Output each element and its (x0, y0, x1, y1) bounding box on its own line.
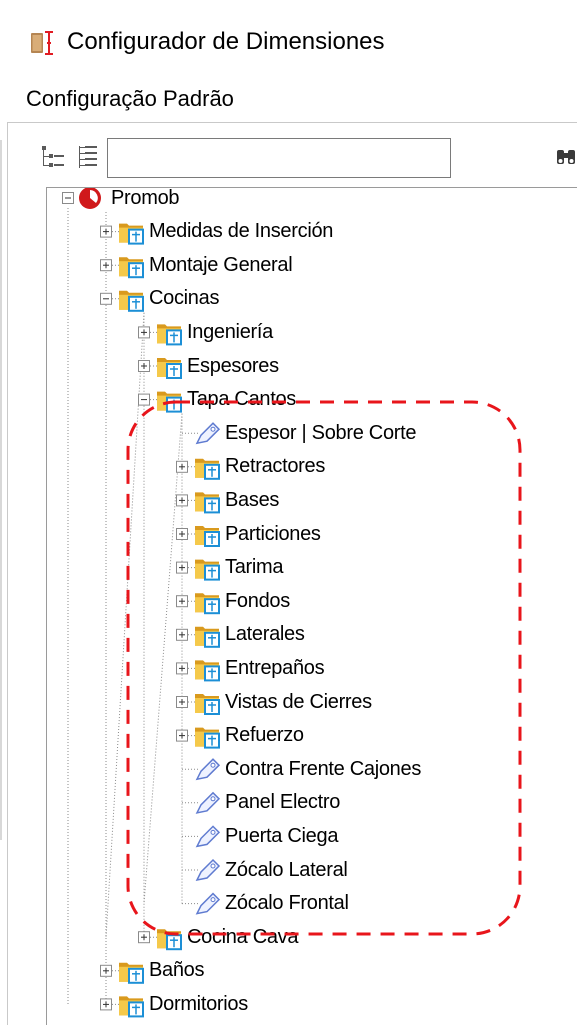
tree-folder-item[interactable]: Montaje General (149, 248, 293, 282)
dimension-app-icon (31, 31, 53, 55)
tree-folder-item[interactable]: Dormitorios (149, 987, 248, 1021)
expander-plus-icon[interactable] (100, 998, 112, 1011)
folder-document-icon (119, 223, 144, 245)
folder-document-icon (157, 358, 182, 379)
expander-plus-icon[interactable] (138, 360, 150, 372)
binoculars-search-icon[interactable] (556, 144, 577, 172)
configuration-label: Configuração Padrão (26, 86, 234, 111)
expander-minus-icon[interactable] (100, 292, 112, 305)
expand-tree-icon[interactable] (75, 144, 101, 172)
folder-document-icon (119, 257, 144, 279)
tree-folder-item[interactable]: Ingeniería (187, 315, 273, 349)
tree-item-label: Promob (111, 187, 180, 209)
tree-folder-item[interactable]: Baños (149, 954, 205, 988)
expander-plus-icon[interactable] (100, 964, 112, 977)
tree-folder-item[interactable]: Cocinas (149, 282, 219, 316)
tree-item-label: Medidas de Inserción (149, 220, 334, 243)
tree-folder-item[interactable]: Medidas de Inserción (149, 215, 333, 249)
tree-item-label: Espesores (187, 354, 279, 377)
window-title: Configurador de Dimensiones (67, 28, 385, 55)
search-input[interactable] (107, 138, 451, 178)
tree-item-label: Montaje General (149, 253, 293, 276)
window-left-edge (0, 0, 5, 1024)
promob-logo-icon (79, 188, 101, 209)
expander-plus-icon[interactable] (100, 225, 112, 238)
expander-plus-icon[interactable] (138, 326, 150, 339)
annotation-highlight (126, 400, 522, 936)
folder-document-icon (119, 996, 144, 1018)
tree-root-item[interactable]: Promob (111, 187, 180, 215)
tree-item-label: Cocinas (149, 287, 220, 310)
tree-folder-item[interactable]: Espesores (187, 349, 279, 383)
title-bar: Configurador de Dimensiones (0, 0, 577, 78)
tree-item-label: Baños (149, 959, 205, 982)
tree-item-label: Ingeniería (187, 320, 273, 343)
tree-item-label: Dormitorios (149, 992, 248, 1015)
collapse-tree-icon[interactable] (40, 144, 66, 172)
expander-minus-icon[interactable] (62, 192, 74, 204)
folder-document-icon (119, 290, 144, 312)
expander-plus-icon[interactable] (100, 259, 112, 272)
folder-document-icon (119, 962, 144, 984)
folder-document-icon (157, 324, 182, 346)
